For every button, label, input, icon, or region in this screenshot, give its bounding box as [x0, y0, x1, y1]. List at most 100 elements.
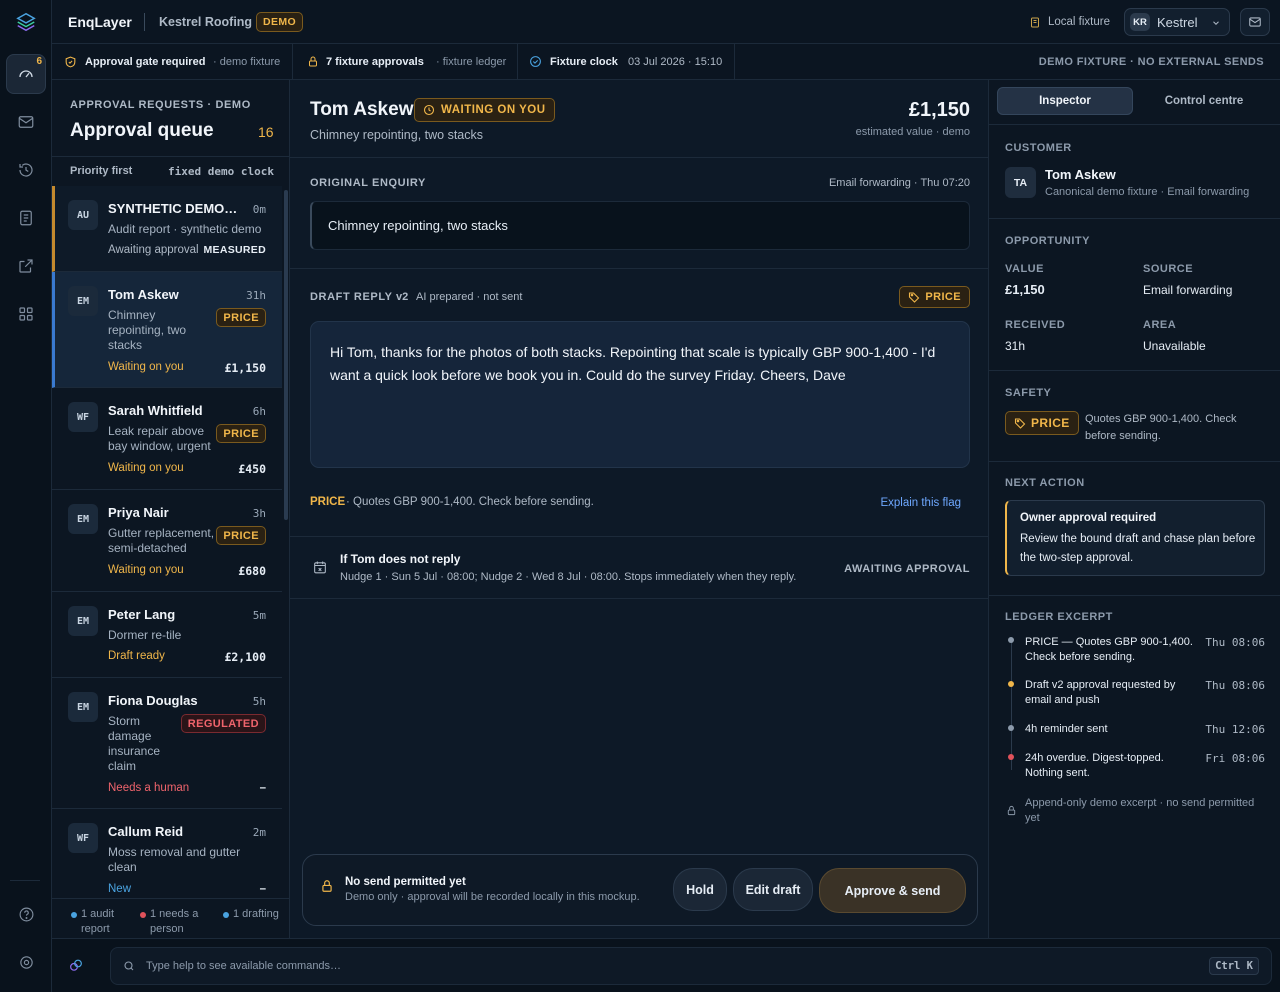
queue-eyebrow: APPROVAL REQUESTS · DEMO	[70, 99, 251, 111]
list-item[interactable]: EM Tom Askew 31h Chimney repointing, two…	[52, 272, 282, 388]
ledger-label: LEDGER EXCERPT	[1005, 611, 1113, 623]
list-item[interactable]: EM Peter Lang 5m Dormer re-tile Draft re…	[52, 592, 282, 678]
price-tag: PRICE	[216, 308, 266, 327]
item-value: –	[259, 782, 266, 794]
gate-note: · demo fixture	[213, 56, 281, 68]
item-value: £450	[238, 462, 266, 476]
price-tag: PRICE	[216, 424, 266, 443]
history-icon[interactable]	[6, 150, 46, 190]
divider	[989, 595, 1280, 596]
divider	[290, 268, 988, 269]
shield-icon	[64, 55, 77, 69]
divider	[517, 44, 518, 80]
divider	[989, 461, 1280, 462]
ledger-dot	[1008, 754, 1014, 760]
safety-label: SAFETY	[1005, 387, 1052, 399]
ledger-dot	[1008, 681, 1014, 687]
draft-text: Hi Tom, thanks for the photos of both st…	[330, 344, 936, 383]
item-desc: Leak repair above bay window, urgent	[108, 424, 211, 453]
tab-inspector[interactable]: Inspector	[997, 87, 1133, 115]
item-age: 5m	[252, 609, 266, 622]
check-circle-icon	[529, 55, 542, 68]
document-icon[interactable]	[6, 198, 46, 238]
divider	[989, 124, 1280, 125]
item-name: SYNTHETIC DEMO — Audit	[108, 201, 240, 216]
area-value: Unavailable	[1143, 339, 1206, 353]
regulated-tag: REGULATED	[180, 714, 266, 733]
edit-draft-button[interactable]: Edit draft	[733, 868, 813, 911]
list-item[interactable]: WF Callum Reid 2m Moss removal and gutte…	[52, 809, 282, 898]
item-age: 0m	[252, 203, 266, 216]
dashboard-icon[interactable]: 6	[6, 54, 46, 94]
demo-badge: DEMO	[256, 12, 304, 32]
avatar: WF	[68, 823, 98, 853]
fixture-icon	[1029, 16, 1041, 29]
item-age: 3h	[252, 507, 266, 520]
list-item[interactable]: EM Fiona Douglas 5h Storm damage insuran…	[52, 678, 282, 809]
item-value: MEASURED	[203, 244, 266, 256]
avatar: KR	[1130, 13, 1150, 31]
divider	[290, 157, 988, 158]
original-text: Chimney repointing, two stacks	[328, 218, 508, 233]
nav-rail: 6	[0, 0, 52, 992]
app-logo-icon[interactable]	[6, 2, 46, 42]
external-sends-notice: DEMO FIXTURE · NO EXTERNAL SENDS	[1038, 56, 1264, 68]
status-dot	[223, 912, 229, 918]
draft-version: v2	[396, 291, 409, 303]
sort-dropdown[interactable]: Priority first	[70, 165, 132, 177]
footer-drafting: 1 drafting	[233, 908, 279, 920]
divider	[989, 370, 1280, 371]
item-status: Waiting on you	[108, 564, 184, 576]
settings-icon[interactable]	[6, 942, 46, 982]
list-item[interactable]: AU SYNTHETIC DEMO — Audit 0m Audit repor…	[52, 186, 282, 272]
waiting-badge: WAITING ON YOU	[414, 98, 555, 122]
timeline-line	[1011, 640, 1012, 770]
local-fixture-label: Local fixture	[1048, 16, 1111, 28]
send-status-note: Demo only · approval will be recorded lo…	[345, 891, 640, 903]
chevron-down-icon	[1211, 18, 1221, 28]
price-tag: PRICE	[899, 286, 970, 308]
grid-icon[interactable]	[6, 294, 46, 334]
divider	[290, 536, 988, 537]
user-menu[interactable]: KR Kestrel	[1124, 8, 1230, 36]
status-dot	[71, 912, 77, 918]
explain-flag-link[interactable]: Explain this flag	[880, 497, 961, 509]
opportunity-label: OPPORTUNITY	[1005, 235, 1090, 247]
lock-icon	[320, 878, 334, 894]
item-age: 6h	[252, 405, 266, 418]
approval-action-bar: No send permitted yet Demo only · approv…	[302, 854, 978, 926]
item-name: Tom Askew	[108, 287, 179, 302]
divider	[734, 44, 735, 80]
approvals-count: 7 fixture approvals	[326, 56, 424, 68]
customer-note: Canonical demo fixture · Email forwardin…	[1045, 186, 1250, 198]
ledger-note: Append-only demo excerpt · no send permi…	[1025, 797, 1255, 824]
external-link-icon[interactable]	[6, 246, 46, 286]
title-divider	[144, 13, 145, 31]
scrollbar[interactable]	[284, 190, 288, 520]
item-name: Peter Lang	[108, 607, 176, 622]
item-name: Priya Nair	[108, 505, 169, 520]
send-status-title: No send permitted yet	[345, 876, 466, 888]
list-item[interactable]: WF Sarah Whitfield 6h Leak repair above …	[52, 388, 282, 490]
draft-reply-editor[interactable]: Hi Tom, thanks for the photos of both st…	[310, 321, 970, 468]
inbox-icon[interactable]	[6, 102, 46, 142]
avatar: TA	[1005, 167, 1036, 198]
mail-button[interactable]	[1240, 8, 1270, 36]
status-dot	[140, 912, 146, 918]
ledger-time: Thu 12:06	[1205, 723, 1265, 736]
assistant-icon[interactable]	[68, 957, 84, 974]
next-action-text: Review the bound draft and chase plan be…	[1020, 533, 1256, 564]
help-icon[interactable]	[6, 894, 46, 934]
hold-button[interactable]: Hold	[673, 868, 727, 911]
value-label: VALUE	[1005, 263, 1044, 275]
approve-send-button[interactable]: Approve & send	[819, 868, 966, 913]
price-tag: PRICE	[216, 526, 266, 545]
command-input[interactable]: Type help to see available commands… Ctr…	[110, 947, 1272, 985]
queue-list: AU SYNTHETIC DEMO — Audit 0m Audit repor…	[52, 186, 282, 898]
customer-name: Tom Askew	[310, 99, 414, 120]
tab-control-centre[interactable]: Control centre	[1135, 87, 1273, 115]
workspace-name: Kestrel Roofing	[159, 15, 253, 29]
shortcut-hint: Ctrl K	[1209, 957, 1259, 975]
list-item[interactable]: EM Priya Nair 3h Gutter replacement, sem…	[52, 490, 282, 592]
item-status: Awaiting approval	[108, 244, 199, 256]
